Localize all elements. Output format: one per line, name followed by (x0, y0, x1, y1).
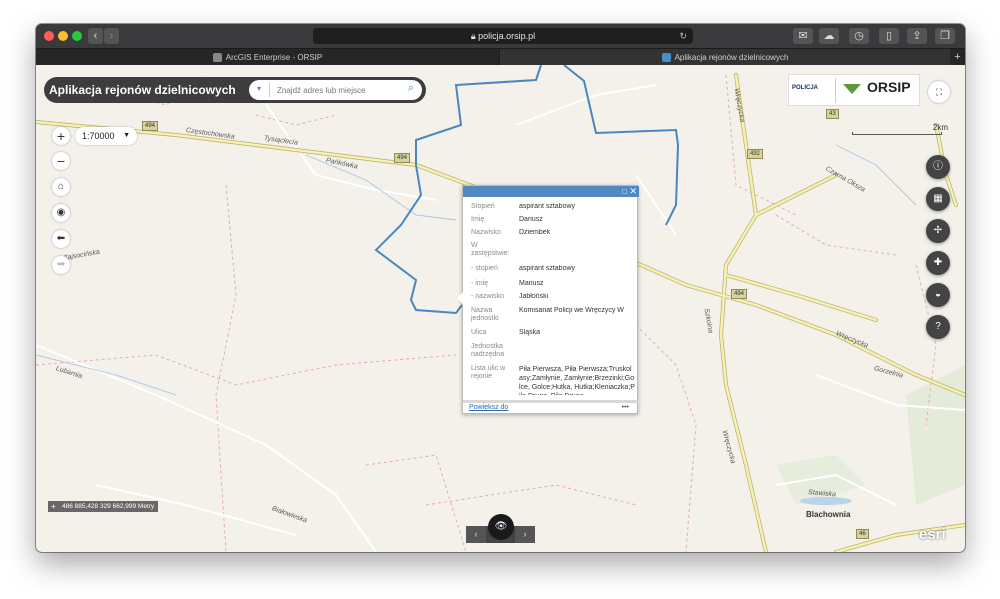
pager-next-icon[interactable]: › (515, 526, 535, 543)
tab-label: Aplikacja rejonów dzielnicowych (674, 53, 789, 62)
zoom-to-link[interactable]: Powiększ do (469, 404, 508, 411)
scalebar-label: 2km (932, 123, 948, 132)
app-favicon-icon (661, 53, 671, 62)
forward-icon[interactable]: › (104, 28, 119, 44)
popup-label-nazwisko: Nazwisko (471, 229, 501, 236)
road-number-494-c: 494 (731, 289, 748, 299)
app-title: Aplikacja rejonów dzielnicowych (49, 83, 236, 97)
popup-label-jednostka-nadrzedna: Jednostka nadrzędna (471, 343, 505, 358)
map-label-blachownia: Blachownia (806, 510, 851, 519)
policja-logo: POLICJA (792, 85, 819, 91)
chevron-down-icon: ▼ (123, 132, 130, 139)
browser-window: ‹ › 🔒︎ policja.orsip.pl ↻ ✉ ☁ ◷ ▯ ⇪ ❐ Ar… (36, 24, 965, 552)
esri-logo: esri (919, 526, 946, 543)
popup-value-stopien: aspirant sztabowy (519, 203, 576, 210)
scale-select[interactable]: 1:70000 ▼ (75, 127, 137, 145)
popup-value-lista-ulic: Piła Pierwsza, Piła Pierwsza;Truskolasy;… (519, 366, 635, 395)
orsip-logo: ORSIP (867, 79, 911, 95)
arcgis-favicon-icon (212, 53, 222, 62)
previous-extent-icon[interactable]: ⬅ (52, 230, 70, 248)
app-header: Aplikacja rejonów dzielnicowych ▾ ⌕ (44, 77, 426, 103)
popup-label-stopien: Stopień (471, 203, 495, 210)
search-source-dropdown-icon[interactable]: ▾ (257, 84, 261, 93)
cloud-icon[interactable]: ☁ (819, 28, 839, 44)
browser-toolbar: ‹ › 🔒︎ policja.orsip.pl ↻ ✉ ☁ ◷ ▯ ⇪ ❐ (36, 24, 965, 48)
layer-pager: ‹ › 👁︎ (466, 514, 535, 543)
url-text: policja.orsip.pl (478, 31, 536, 41)
back-icon[interactable]: ‹ (88, 28, 103, 44)
scalebar: 2km (852, 123, 952, 135)
popup-value-nazwisko: Dziembek (519, 229, 551, 236)
help-icon[interactable]: ? (926, 315, 950, 339)
road-number-494-b: 494 (394, 153, 411, 163)
search-box[interactable]: ▾ ⌕ (249, 80, 422, 100)
popup-footer: Powiększ do ••• (463, 400, 639, 415)
popup-label-lista-ulic: Lista ulic w rejonie (471, 365, 506, 380)
road-number-46: 46 (856, 529, 869, 539)
tab-bar: ArcGIS Enterprise - ORSIP Aplikacja rejo… (36, 48, 965, 66)
orsip-emblem-icon (843, 84, 861, 94)
mail-icon[interactable]: ✉ (793, 28, 813, 44)
coordinates-toggle-icon[interactable]: + (51, 501, 56, 512)
map-view[interactable]: 494 494 492 43 46 494 Częstochowska Tysi… (36, 65, 965, 552)
reload-icon[interactable]: ↻ (679, 28, 687, 44)
zoom-in-button[interactable]: + (52, 127, 70, 145)
popup-label-imie: Imię (471, 216, 485, 223)
minimize-window-button[interactable] (58, 31, 68, 41)
address-bar[interactable]: 🔒︎ policja.orsip.pl ↻ (313, 28, 693, 44)
tab-arcgis[interactable]: ArcGIS Enterprise - ORSIP (36, 49, 500, 66)
fullscreen-icon[interactable]: ⛶ (928, 81, 950, 103)
layers-icon[interactable]: ✢ (926, 219, 950, 243)
popup-label-zast-stopien: - stopień (471, 265, 498, 272)
search-divider (269, 83, 270, 97)
locate-icon[interactable]: ◉ (52, 204, 70, 222)
sidebar-icon[interactable]: ▯ (879, 28, 899, 44)
popup-value-zast-stopien: aspirant sztabowy (519, 265, 576, 272)
english-flag-icon[interactable]: ✚ (926, 251, 950, 275)
popup-label-zastepstwo: W zastępstwie: (471, 242, 510, 257)
partner-logos: POLICJA ORSIP (788, 74, 920, 106)
feature-popup: □ ✕ Stopień aspirant sztabowy Imię Dariu… (457, 185, 639, 415)
popup-value-imie: Dariusz (519, 216, 543, 223)
next-extent-icon[interactable]: ➡ (52, 256, 70, 274)
logo-divider (835, 78, 836, 103)
road-number-492: 492 (747, 149, 764, 159)
popup-label-ulica: Ulica (471, 329, 487, 336)
popup-label-zast-imie: - imię (471, 280, 489, 287)
road-number-494-a: 494 (142, 121, 159, 131)
polish-flag-icon[interactable]: ◒ (926, 283, 950, 307)
pager-prev-icon[interactable]: ‹ (466, 526, 486, 543)
popup-label-nazwa-jednostki: Nazwa jednostki (471, 307, 499, 322)
coordinates-display: + 486 885,428 329 662,999 Metry (48, 501, 159, 512)
popup-value-zast-imie: Mariusz (519, 280, 544, 287)
share-icon[interactable]: ⇪ (907, 28, 927, 44)
scalebar-line (852, 132, 942, 135)
new-tab-icon[interactable]: + (950, 49, 965, 66)
popup-header: □ ✕ (463, 186, 639, 197)
maximize-icon[interactable]: □ (622, 186, 627, 197)
maximize-window-button[interactable] (72, 31, 82, 41)
coordinates-value: 486 885,428 329 662,999 Metry (62, 503, 155, 510)
history-icon[interactable]: ◷ (849, 28, 869, 44)
road-number-43: 43 (826, 109, 839, 119)
tab-app[interactable]: Aplikacja rejonów dzielnicowych (500, 49, 950, 66)
search-icon[interactable]: ⌕ (408, 82, 414, 95)
basemap-gallery-icon[interactable]: ▦ (926, 187, 950, 211)
tabs-overview-icon[interactable]: ❐ (935, 28, 955, 44)
close-icon[interactable]: ✕ (629, 186, 637, 197)
info-icon[interactable]: ⓘ (926, 155, 950, 179)
more-actions-icon[interactable]: ••• (622, 404, 629, 411)
popup-label-zast-nazwisko: - nazwisko (471, 293, 505, 300)
tab-label: ArcGIS Enterprise - ORSIP (225, 53, 323, 62)
search-input[interactable] (277, 83, 392, 97)
scale-value: 1:70000 (82, 131, 115, 141)
close-window-button[interactable] (44, 31, 54, 41)
popup-value-zast-nazwisko: Jabłoński (519, 293, 549, 300)
eye-icon[interactable]: 👁︎ (488, 514, 514, 540)
popup-pointer (457, 292, 463, 304)
home-icon[interactable]: ⌂ (52, 178, 70, 196)
popup-value-ulica: Śląska (519, 329, 541, 336)
zoom-out-button[interactable]: − (52, 152, 70, 170)
popup-value-nazwa-jednostki: Komisariat Policji we Wręczycy W (519, 307, 624, 314)
